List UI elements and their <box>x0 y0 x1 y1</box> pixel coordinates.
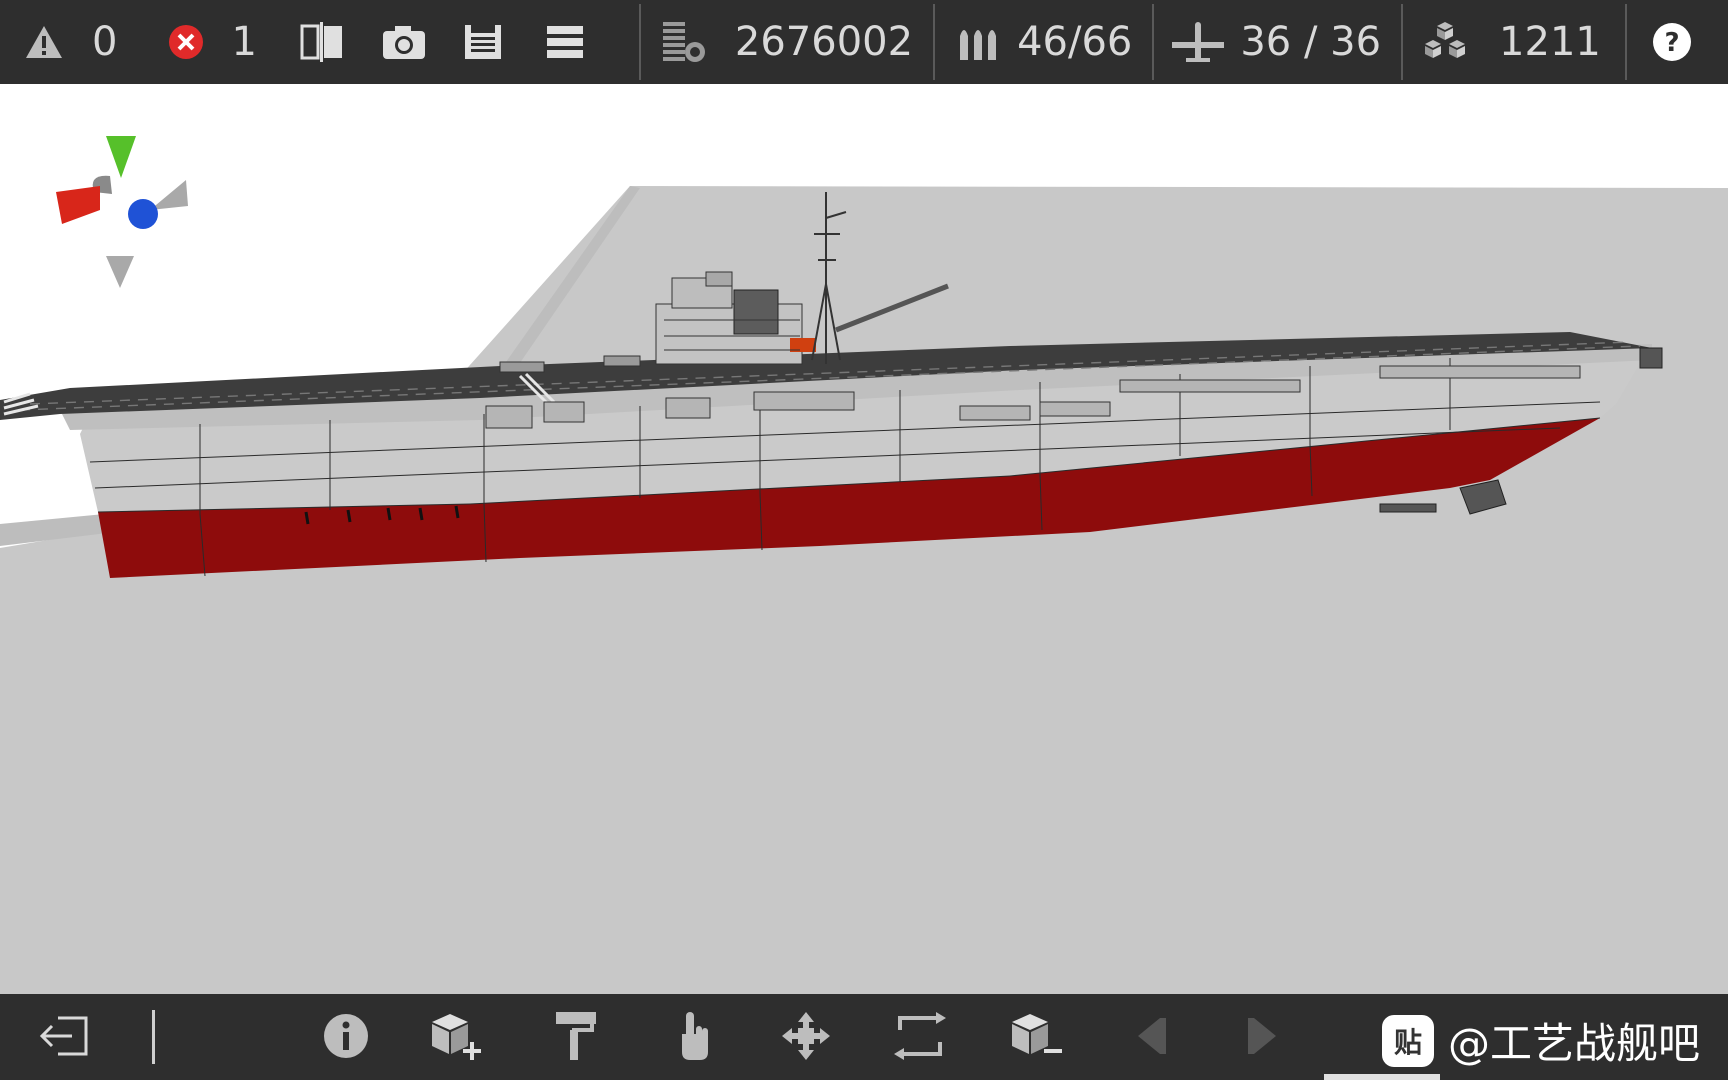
remove-part-icon <box>1012 1014 1062 1054</box>
active-indicator <box>1324 1074 1440 1080</box>
toolbar-divider <box>1401 4 1404 80</box>
watermark-text: @工艺战舰吧 <box>1447 1019 1700 1068</box>
toolbar-divider <box>1152 4 1155 80</box>
move-icon <box>782 1012 830 1060</box>
paint-button[interactable] <box>544 1006 608 1066</box>
add-part-button[interactable] <box>424 1006 488 1066</box>
save-button[interactable] <box>463 0 503 84</box>
warnings-indicator[interactable]: 0 <box>24 0 117 84</box>
hand-pointer-icon <box>682 1012 708 1060</box>
menu-button[interactable] <box>545 0 585 84</box>
errors-count: 1 <box>231 19 257 65</box>
rotate-button[interactable] <box>888 1006 952 1066</box>
toolbar-divider <box>1624 4 1627 80</box>
ammo-icon <box>960 30 997 60</box>
top-toolbar: 0 1 2676002 46/66 36 / 36 1211 ? <box>0 0 1728 84</box>
cost-icon <box>662 22 705 62</box>
parts-indicator: 1211 <box>1421 0 1601 84</box>
watermark: 贴 @工艺战舰吧 <box>1381 1010 1700 1071</box>
add-part-icon <box>432 1014 481 1060</box>
move-button[interactable] <box>774 1006 838 1066</box>
aircraft-value: 36 / 36 <box>1240 19 1382 65</box>
rotate-icon <box>894 1012 946 1060</box>
help-icon: ? <box>1652 23 1691 61</box>
cost-value: 2676002 <box>734 19 914 65</box>
scene <box>0 136 1728 994</box>
cost-indicator: 2676002 <box>661 0 913 84</box>
weapons-indicator: 46/66 <box>957 0 1132 84</box>
select-button[interactable] <box>662 1006 726 1066</box>
paint-roller-icon <box>556 1012 596 1060</box>
ground-plane <box>0 186 1728 994</box>
help-button[interactable]: ? <box>1651 0 1693 84</box>
mirror-button[interactable] <box>299 0 345 84</box>
mirror-icon <box>300 22 342 62</box>
parts-icon <box>1425 22 1466 58</box>
aircraft-indicator: 36 / 36 <box>1170 0 1381 84</box>
prev-icon <box>1138 1018 1166 1054</box>
previous-button[interactable] <box>1118 1006 1182 1066</box>
save-icon <box>464 25 501 59</box>
remove-part-button[interactable] <box>1004 1006 1068 1066</box>
next-button[interactable] <box>1232 1006 1296 1066</box>
watermark-logo: 贴 <box>1381 1014 1434 1067</box>
svg-text:?: ? <box>1664 28 1679 58</box>
camera-icon <box>382 26 425 59</box>
parts-value: 1211 <box>1499 19 1601 65</box>
weapons-value: 46/66 <box>1017 19 1133 65</box>
warnings-count: 0 <box>92 19 118 65</box>
errors-indicator[interactable]: 1 <box>167 0 257 84</box>
3d-viewport[interactable] <box>0 84 1728 994</box>
exit-icon <box>39 1016 88 1056</box>
exit-button[interactable] <box>32 1006 96 1066</box>
error-icon <box>169 25 204 59</box>
next-icon <box>1248 1018 1276 1054</box>
info-button[interactable] <box>314 1006 378 1066</box>
info-icon <box>324 1014 368 1058</box>
orientation-gizmo[interactable] <box>56 136 188 288</box>
menu-icon <box>546 26 583 58</box>
toolbar-divider <box>638 4 641 80</box>
aircraft-icon <box>1172 22 1225 62</box>
bottom-divider <box>152 1010 155 1064</box>
screenshot-button[interactable] <box>381 0 427 84</box>
warning-icon <box>26 26 62 58</box>
toolbar-divider <box>933 4 936 80</box>
